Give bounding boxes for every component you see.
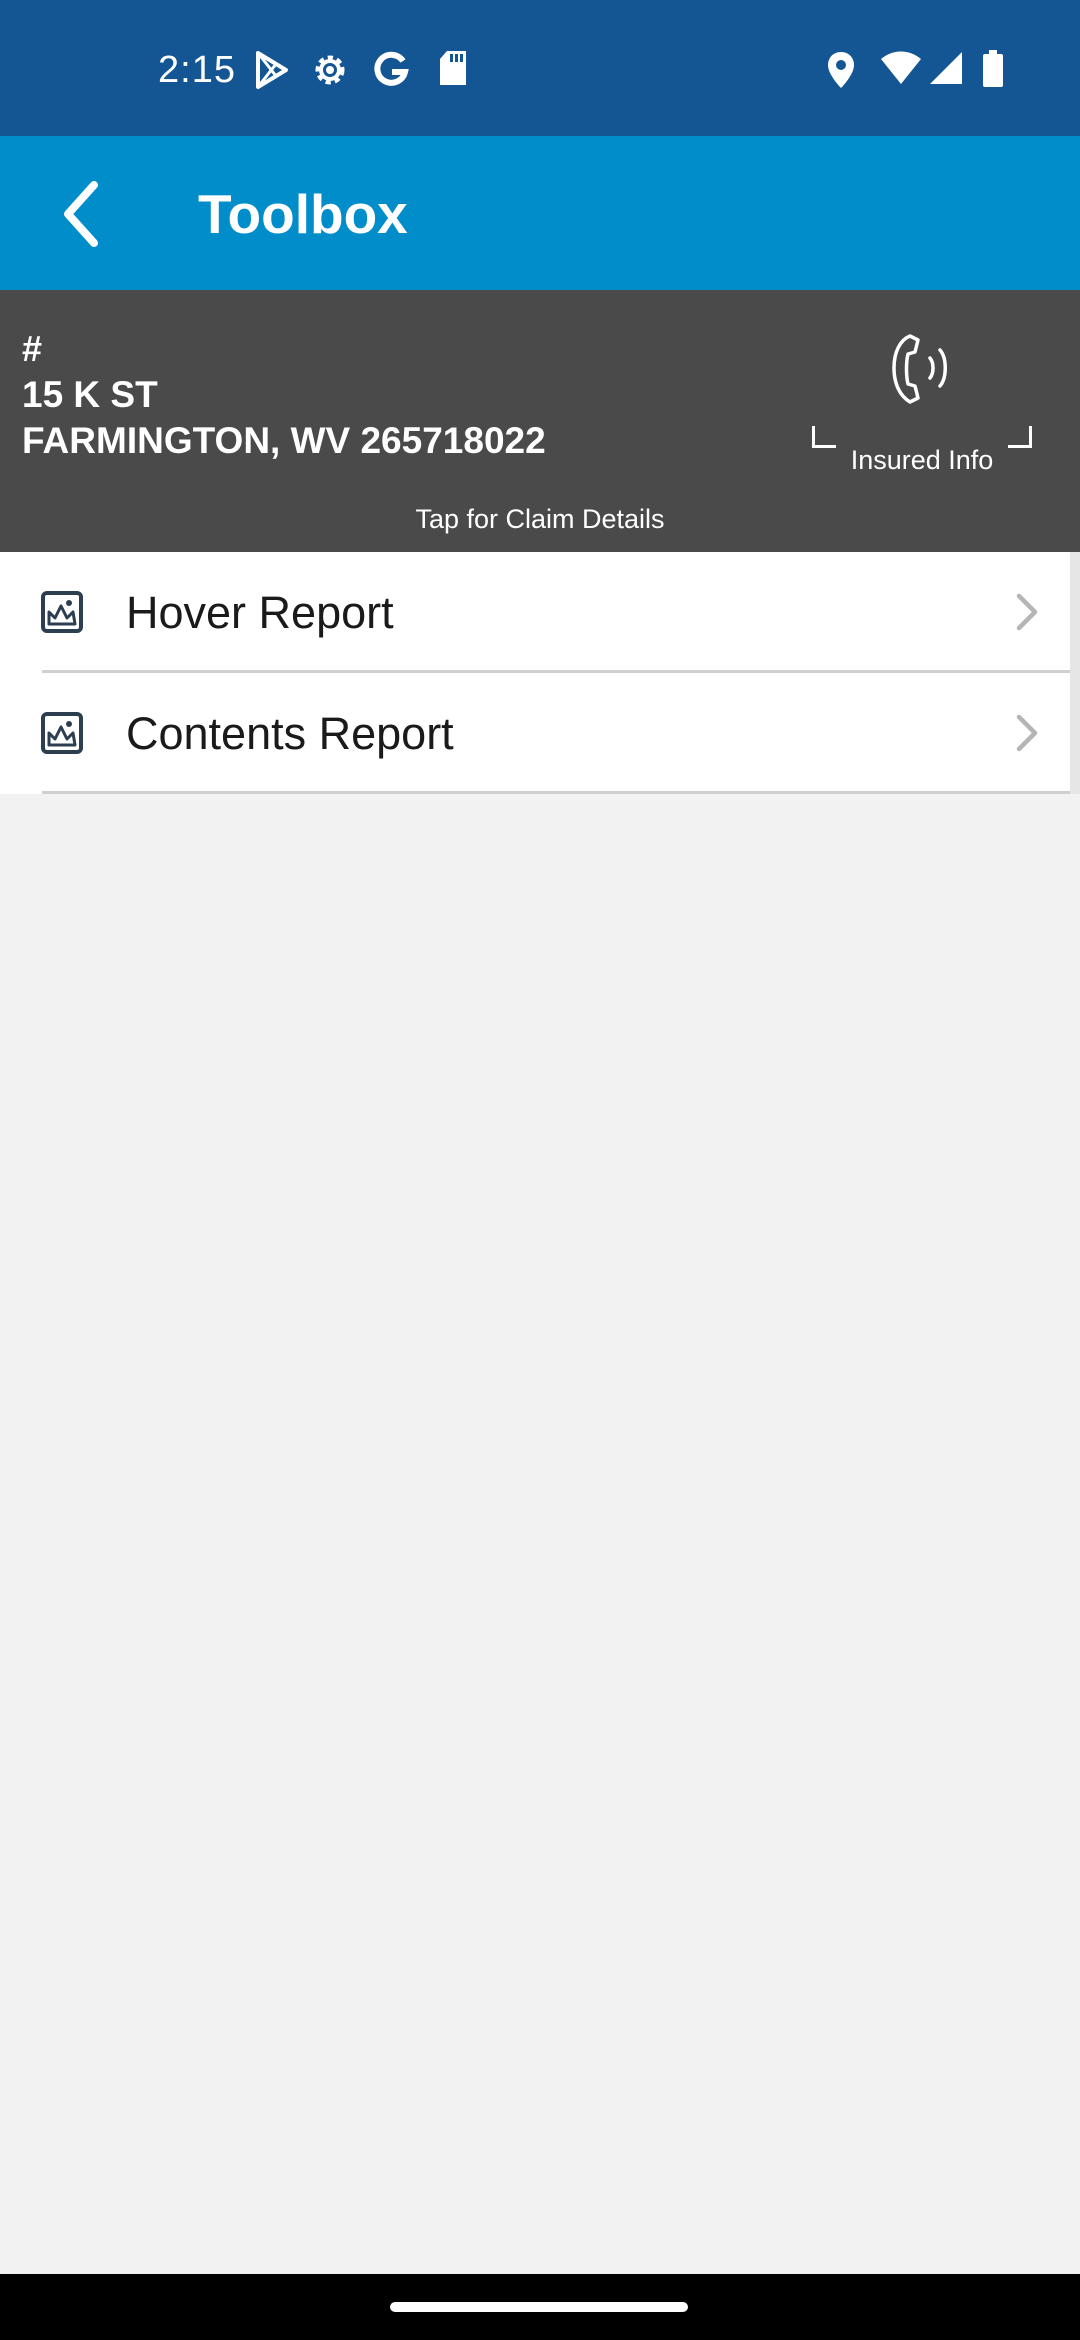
chevron-right-icon <box>1016 714 1038 752</box>
system-nav-bar <box>0 2274 1080 2340</box>
page-title: Toolbox <box>198 183 408 245</box>
location-icon <box>828 52 854 88</box>
play-store-icon <box>256 51 288 89</box>
insured-info-label: Insured Info <box>850 445 994 475</box>
claim-number: # <box>22 328 43 369</box>
claim-details-hint[interactable]: Tap for Claim Details <box>0 502 1080 536</box>
hover-report-item[interactable]: Hover Report <box>0 552 1080 673</box>
status-bar: 2:15 <box>0 0 1080 136</box>
home-indicator[interactable] <box>390 2302 688 2312</box>
scrollbar-edge <box>1070 552 1080 794</box>
contents-report-item[interactable]: Contents Report <box>0 673 1080 794</box>
list-item-label: Hover Report <box>126 587 394 638</box>
divider <box>42 791 1080 794</box>
settings-icon <box>315 55 345 85</box>
google-icon <box>374 51 409 86</box>
back-button[interactable] <box>30 166 130 262</box>
sd-card-icon <box>440 51 466 85</box>
chevron-right-icon <box>1016 593 1038 631</box>
claim-city-line: FARMINGTON, WV 265718022 <box>22 420 546 461</box>
report-list: Hover Report Contents Report <box>0 552 1080 794</box>
insured-info-button[interactable]: Insured Info <box>808 330 1036 480</box>
cell-signal-icon <box>930 52 962 84</box>
claim-street-address: 15 K ST <box>22 374 158 415</box>
image-report-icon <box>41 712 83 754</box>
wifi-icon <box>881 51 921 84</box>
image-report-icon <box>41 591 83 633</box>
phone-icon <box>892 334 947 404</box>
claim-header[interactable]: # 15 K ST FARMINGTON, WV 265718022 Insur… <box>0 290 1080 552</box>
chevron-left-icon <box>64 181 98 247</box>
battery-icon <box>983 50 1003 87</box>
app-bar: Toolbox <box>0 136 1080 290</box>
status-time: 2:15 <box>158 49 236 91</box>
list-item-label: Contents Report <box>126 708 454 759</box>
